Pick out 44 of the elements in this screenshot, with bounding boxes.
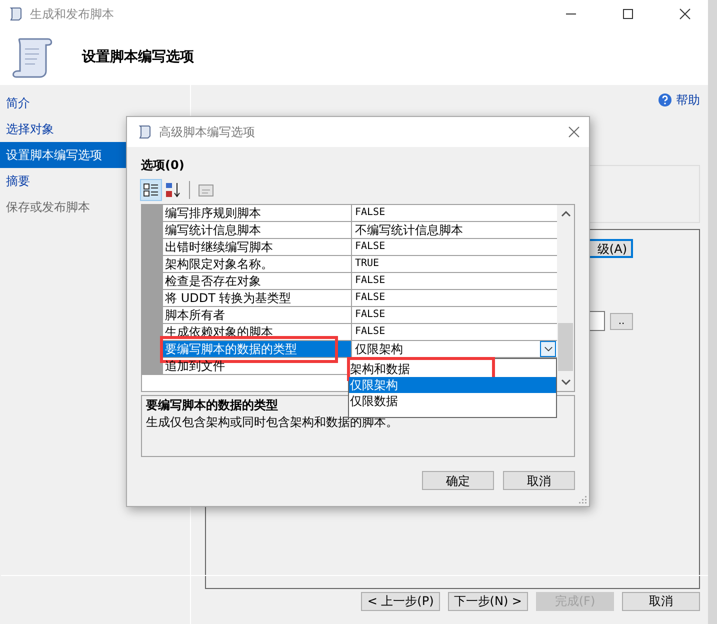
property-name[interactable]: 出错时继续编写脚本 xyxy=(163,239,352,255)
dialog-title: 高级脚本编写选项 xyxy=(159,124,255,140)
window-title: 生成和发布脚本 xyxy=(30,6,114,23)
close-icon[interactable] xyxy=(679,8,691,20)
property-name[interactable]: 脚本所有者 xyxy=(163,307,352,323)
browse-button[interactable]: .. xyxy=(610,312,633,330)
wizard-button[interactable]: 下一步(N) > xyxy=(448,592,528,611)
property-name[interactable]: 将 UDDT 转换为基类型 xyxy=(163,290,352,306)
property-value: 仅限架构 xyxy=(355,341,403,357)
maximize-icon[interactable] xyxy=(622,8,634,20)
property-value: TRUE xyxy=(355,257,380,271)
close-icon[interactable] xyxy=(568,126,580,138)
categorized-icon[interactable] xyxy=(141,180,161,200)
property-value: FALSE xyxy=(355,325,386,339)
dropdown-button[interactable] xyxy=(540,341,556,357)
scroll-down-icon[interactable] xyxy=(560,379,570,385)
help-link[interactable]: 帮助 xyxy=(676,92,700,108)
scroll-up-icon[interactable] xyxy=(560,211,570,217)
property-value: FALSE xyxy=(355,291,386,305)
property-name[interactable]: 要编写脚本的数据的类型 xyxy=(163,341,352,357)
dialog-button[interactable]: 取消 xyxy=(503,471,575,490)
dialog-button[interactable]: 确定 xyxy=(422,471,494,490)
page-heading: 设置脚本编写选项 xyxy=(82,48,194,66)
wizard-button[interactable]: 取消 xyxy=(622,592,700,611)
wizard-button[interactable]: < 上一步(P) xyxy=(361,592,440,611)
property-name[interactable]: 编写排序规则脚本 xyxy=(163,205,352,221)
description-title: 要编写脚本的数据的类型 xyxy=(146,397,278,414)
property-name[interactable]: 架构限定对象名称。 xyxy=(163,256,352,272)
dropdown-item[interactable]: 仅限数据 xyxy=(349,393,556,409)
sidebar-item[interactable]: 简介 xyxy=(0,90,190,116)
scrollbar[interactable] xyxy=(557,205,574,391)
sort-icon[interactable] xyxy=(163,180,183,200)
property-value: 不编写统计信息脚本 xyxy=(355,222,463,238)
chevron-down-icon xyxy=(544,346,552,352)
property-name[interactable]: 编写统计信息脚本 xyxy=(163,222,352,238)
scrollbar-thumb[interactable] xyxy=(558,323,573,371)
property-value: FALSE xyxy=(355,206,386,220)
resize-grip-icon[interactable] xyxy=(579,496,587,504)
property-value: FALSE xyxy=(355,308,386,322)
property-name[interactable]: 检查是否存在对象 xyxy=(163,273,352,289)
dropdown-item[interactable]: 仅限架构 xyxy=(349,377,556,393)
help-icon[interactable] xyxy=(658,93,672,107)
property-value: FALSE xyxy=(355,274,386,288)
property-value: FALSE xyxy=(355,240,386,254)
